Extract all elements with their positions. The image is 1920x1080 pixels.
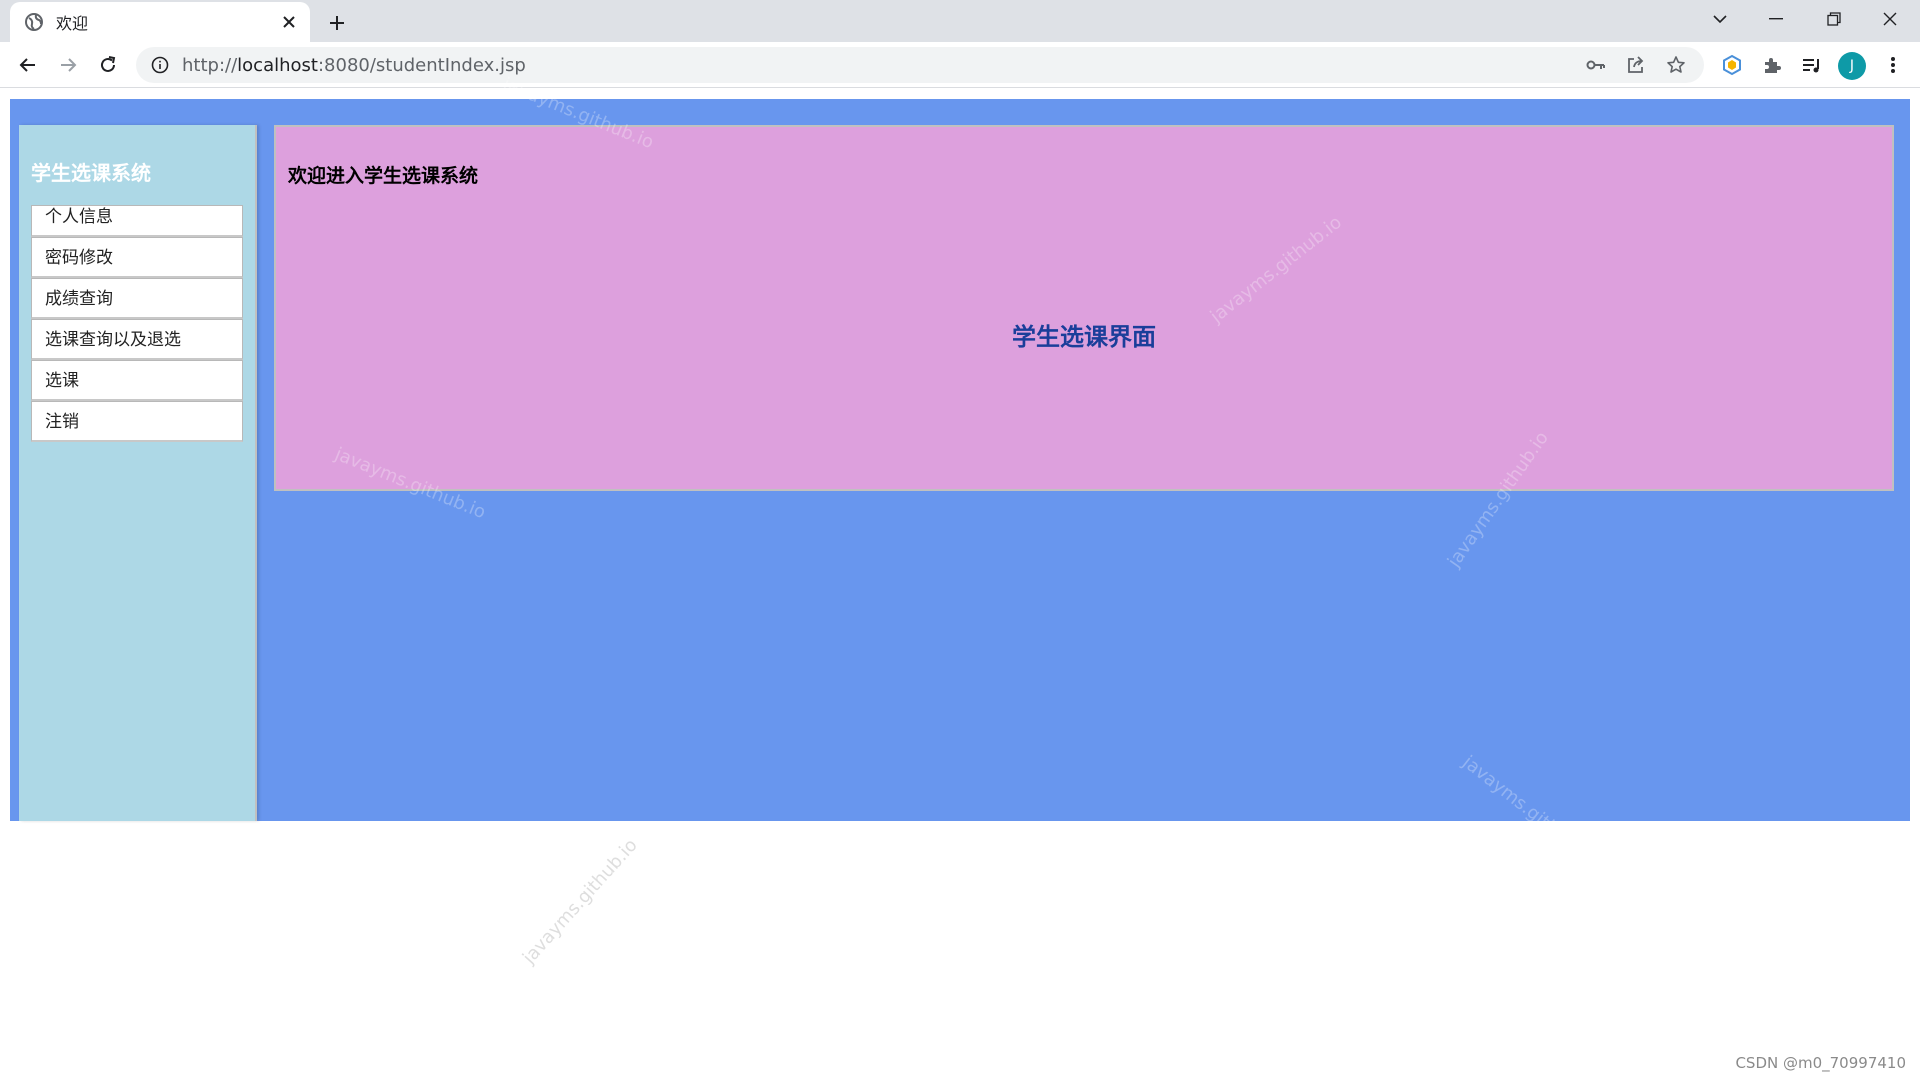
extension-hexagon-icon[interactable] [1717, 50, 1747, 80]
menu-kebab-icon[interactable] [1878, 50, 1908, 80]
welcome-text: 欢迎进入学生选课系统 [288, 165, 479, 187]
profile-avatar[interactable]: J [1838, 52, 1866, 80]
page-heading: 学生选课界面 [1012, 323, 1156, 351]
media-queue-icon[interactable] [1797, 50, 1827, 80]
sidebar-menu: 个人信息 密码修改 成绩查询 选课查询以及退选 选课 注销 [31, 205, 243, 442]
csdn-credit: CSDN @m0_70997410 [1735, 1054, 1906, 1072]
back-icon[interactable] [12, 49, 44, 81]
address-bar[interactable]: http://localhost:8080/studentIndex.jsp [136, 47, 1704, 83]
reload-icon[interactable] [92, 49, 124, 81]
menu-item-logout[interactable]: 注销 [31, 401, 243, 442]
tab-search-icon[interactable] [1692, 0, 1748, 38]
sidebar-title: 学生选课系统 [31, 161, 151, 185]
tab-title: 欢迎 [56, 14, 89, 33]
restore-icon[interactable] [1806, 0, 1862, 38]
menu-item-personal-info[interactable]: 个人信息 [31, 205, 243, 237]
close-tab-icon[interactable] [276, 9, 302, 35]
menu-item-grade-query[interactable]: 成绩查询 [31, 278, 243, 319]
forward-icon[interactable] [52, 49, 84, 81]
url-text[interactable]: http://localhost:8080/studentIndex.jsp [182, 55, 1570, 76]
menu-item-change-password[interactable]: 密码修改 [31, 237, 243, 278]
close-window-icon[interactable] [1862, 0, 1918, 38]
new-tab-button[interactable] [322, 8, 352, 38]
browser-tab[interactable]: 欢迎 [10, 2, 310, 42]
menu-item-course-query-drop[interactable]: 选课查询以及退选 [31, 319, 243, 360]
menu-item-select-course[interactable]: 选课 [31, 360, 243, 401]
frameset-container: 学生选课系统 个人信息 密码修改 成绩查询 选课查询以及退选 选课 注销 欢迎进… [10, 99, 1910, 821]
page-viewport: 学生选课系统 个人信息 密码修改 成绩查询 选课查询以及退选 选课 注销 欢迎进… [0, 74, 1920, 1080]
sidebar: 学生选课系统 个人信息 密码修改 成绩查询 选课查询以及退选 选课 注销 [19, 125, 257, 821]
watermark: javayms.github.io [518, 834, 642, 969]
extensions-puzzle-icon[interactable] [1757, 50, 1787, 80]
browser-toolbar: http://localhost:8080/studentIndex.jsp J [0, 42, 1920, 88]
bookmark-star-icon[interactable] [1662, 51, 1690, 79]
site-info-icon[interactable] [150, 55, 170, 75]
globe-icon [24, 12, 44, 32]
share-icon[interactable] [1622, 51, 1650, 79]
key-icon[interactable] [1582, 51, 1610, 79]
minimize-icon[interactable] [1748, 0, 1804, 38]
main-content: 欢迎进入学生选课系统 学生选课界面 [274, 125, 1894, 491]
tab-strip: 欢迎 [0, 0, 1920, 42]
